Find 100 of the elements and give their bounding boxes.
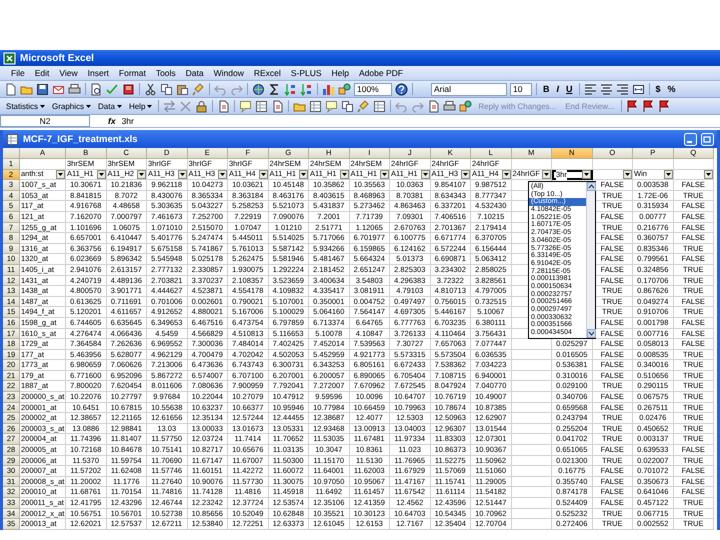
cut-icon[interactable] [144,82,157,96]
align-right-icon[interactable] [616,82,629,96]
lock-icon[interactable] [195,100,208,112]
zoom-box[interactable]: 100% [354,82,392,96]
check-mark-icon[interactable] [106,82,119,96]
sheet-icon[interactable] [255,100,268,112]
table-cell [512,392,552,403]
document-icon[interactable] [217,100,230,112]
window-title: Microsoft Excel [20,52,94,64]
printer-icon[interactable] [68,82,81,96]
paintbrush-icon[interactable] [192,82,205,96]
print-preview-icon[interactable] [90,82,103,96]
workbook-title: MCF-7_IGF_treatment.xls [23,134,139,144]
toolbar-menu[interactable]: Data [96,102,124,110]
menu-item[interactable]: Format [114,68,151,78]
caret-icon [147,104,152,108]
sheet-icon[interactable] [373,100,386,112]
italic-button[interactable]: I [554,84,562,94]
window-restore-icon[interactable] [701,132,714,146]
table-cell [512,381,552,392]
font-size-box[interactable]: 10 [510,82,532,96]
caret-icon [342,172,346,176]
caret-icon [544,172,549,176]
currency-button[interactable]: $ [654,84,663,94]
bold-button[interactable]: B [541,84,552,94]
printer-icon[interactable] [443,100,456,112]
menu-item[interactable]: S-PLUS [286,68,327,78]
sheet-icon [6,132,19,146]
table-cell [512,424,552,434]
formula-input[interactable]: 3hr [120,116,134,126]
copy-icon[interactable] [160,82,173,96]
menu-item[interactable]: RExcel [248,68,286,78]
document-icon[interactable] [271,100,284,112]
scroll-up-icon[interactable] [587,182,596,191]
menu-item[interactable]: File [6,68,30,78]
percent-button[interactable]: % [666,84,678,94]
shapes-icon[interactable] [459,100,472,112]
font-name-box[interactable]: Arial [431,82,507,96]
table-cell [512,476,552,488]
toolbar-menu[interactable]: Graphics [50,102,94,110]
caret-icon [666,172,670,176]
align-center-icon[interactable] [600,82,613,96]
caret-icon [260,172,266,176]
merge-cells-icon[interactable] [632,82,645,96]
globe-icon[interactable] [252,82,265,96]
caret-icon [86,104,92,108]
caret-icon [584,173,588,176]
table-cell [512,434,552,446]
table-cell [512,402,552,414]
menu-item[interactable]: Edit [30,68,54,78]
caret-icon [625,172,630,176]
table-cell [512,370,552,382]
help-icon[interactable] [395,82,408,96]
scrollbar[interactable] [586,182,595,338]
menu-item[interactable]: View [54,68,83,78]
paste-icon[interactable] [176,82,189,96]
menu-item[interactable]: Insert [82,68,114,78]
insert-function-button[interactable]: fx [104,116,120,126]
scroll-down-icon[interactable] [587,328,596,338]
caret-icon [504,172,508,176]
align-left-icon[interactable] [584,82,597,96]
menu-item[interactable]: Tools [150,68,181,78]
flag-icon[interactable] [642,100,656,112]
caret-icon [382,172,387,176]
caret-icon [139,172,144,176]
caret-icon [301,172,306,176]
caret-icon [463,172,468,176]
copy-icon[interactable] [341,100,354,112]
caret-icon [40,104,46,108]
save-icon[interactable] [36,82,49,96]
toolbar-menu[interactable]: Help [126,102,154,110]
bar-chart-icon[interactable] [322,82,335,96]
filter-dropdown-button[interactable] [582,170,590,180]
caret-icon [422,172,428,176]
table-cell [512,508,552,520]
table-cell [512,413,552,424]
shapes-icon[interactable] [338,82,351,96]
flag-icon[interactable] [658,100,672,112]
sort-descending-icon[interactable] [300,82,313,96]
window-minimize-icon[interactable] [684,132,697,146]
caret-icon [180,172,184,176]
book-icon[interactable] [122,82,135,96]
table-cell [512,445,552,456]
document-icon[interactable] [427,100,440,112]
menu-item[interactable]: Data [180,68,209,78]
comment-icon[interactable] [325,100,338,112]
sum-icon[interactable] [268,82,281,96]
caret-icon [116,104,122,108]
underline-button[interactable]: U [564,84,575,94]
caret-icon [220,172,225,176]
paintbrush-icon[interactable] [357,100,370,112]
menu-item[interactable]: Window [208,68,249,78]
name-box[interactable]: N2 [0,115,90,127]
menu-item[interactable]: Adobe PDF [354,68,408,78]
toolbar-menu[interactable]: Statistics [4,102,48,110]
flag-icon[interactable] [626,100,640,112]
sheet-icon[interactable] [309,100,322,112]
menu-item[interactable]: Help [326,68,354,78]
caret-icon [98,172,104,176]
sort-ascending-icon[interactable] [284,82,297,96]
